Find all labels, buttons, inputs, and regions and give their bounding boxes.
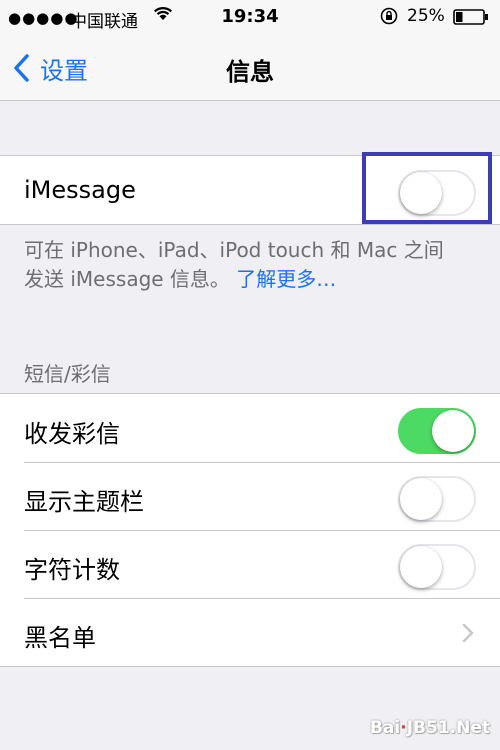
highlight-box xyxy=(362,152,492,224)
watermark: Bai·JB51.Net xyxy=(370,718,490,738)
status-bar: ●●●●● 中国联通 19:34 25% xyxy=(0,0,500,36)
setting-label: 黑名单 xyxy=(24,624,96,652)
imessage-description: 可在 iPhone、iPad、iPod touch 和 Mac 之间 发送 iM… xyxy=(24,236,484,294)
chevron-right-icon xyxy=(462,623,474,643)
imessage-description-line1: 可在 iPhone、iPad、iPod touch 和 Mac 之间 xyxy=(24,238,444,262)
page-title: 信息 xyxy=(226,58,274,86)
watermark-baidu: Bai xyxy=(369,718,401,738)
rotation-lock-icon xyxy=(380,7,398,25)
toggle-knob xyxy=(400,546,442,588)
battery-icon xyxy=(453,9,488,25)
setting-row-subject: 显示主题栏 xyxy=(0,462,500,530)
toggle-knob xyxy=(400,478,442,520)
imessage-label: iMessage xyxy=(24,176,136,204)
watermark-site: JB51.Net xyxy=(406,718,490,738)
toggle-knob xyxy=(432,410,474,452)
battery-percent: 25% xyxy=(407,6,445,26)
setting-label: 显示主题栏 xyxy=(24,488,144,516)
setting-label: 字符计数 xyxy=(24,556,120,584)
setting-row-character-count: 字符计数 xyxy=(0,530,500,598)
setting-row-blocked[interactable]: 黑名单 xyxy=(0,598,500,666)
learn-more-link[interactable]: 了解更多… xyxy=(236,267,336,291)
setting-label: 收发彩信 xyxy=(24,420,120,448)
navigation-bar: 设置 信息 xyxy=(0,36,500,101)
sms-group: 收发彩信 显示主题栏 字符计数 黑名单 xyxy=(0,393,500,667)
character-count-toggle[interactable] xyxy=(398,544,476,590)
imessage-description-line2: 发送 iMessage 信息。 xyxy=(24,267,230,291)
setting-row-mms: 收发彩信 xyxy=(0,394,500,462)
mms-toggle[interactable] xyxy=(398,408,476,454)
subject-field-toggle[interactable] xyxy=(398,476,476,522)
section-header-sms: 短信/彩信 xyxy=(24,362,111,386)
